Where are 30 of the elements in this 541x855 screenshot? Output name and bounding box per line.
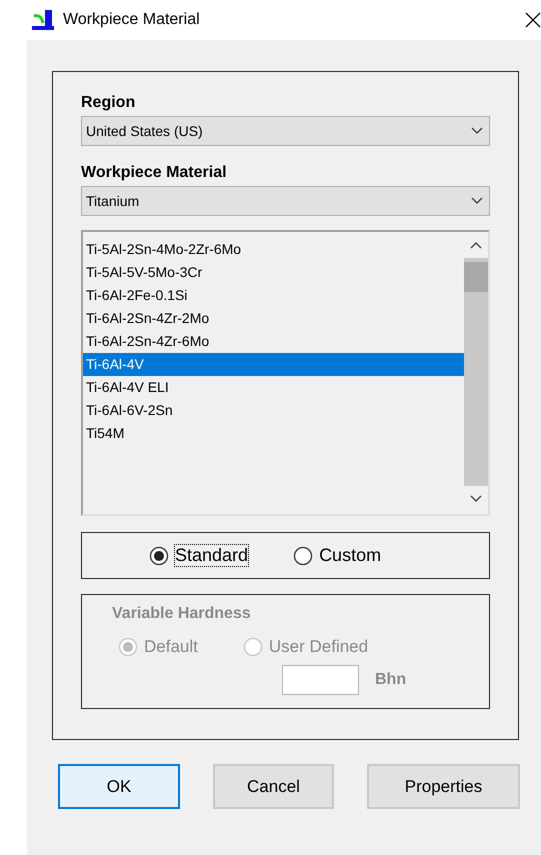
unit-label: Bhn [375,671,406,689]
field-label: Workpiece Material [81,164,227,182]
radio-button[interactable] [149,546,169,566]
list-item[interactable]: Ti-6Al-2Fe-0.1Si [83,284,464,307]
radio-label[interactable]: Custom [319,545,382,566]
app-logo-icon [32,9,54,31]
chevron-down-icon [471,127,483,135]
region-dropdown[interactable]: United States (US) [81,116,490,146]
material-dropdown[interactable]: Titanium [81,186,490,216]
field-label: Region [81,94,136,112]
radio-label[interactable]: Standard [175,545,248,566]
list-item[interactable]: Ti-5Al-2Sn-4Mo-2Zr-6Mo [83,238,464,261]
list-item[interactable]: Ti-5Al-5V-5Mo-3Cr [83,261,464,284]
chevron-down-icon [471,197,483,205]
chevron-up-icon [470,241,482,249]
radio-button[interactable] [293,546,314,566]
group-title: Variable Hardness [112,605,252,623]
window-title: Workpiece Material [63,11,200,29]
chevron-down-icon [470,495,482,503]
scroll-thumb[interactable] [464,262,488,292]
list-item[interactable]: Ti-6Al-6V-2Sn [83,399,464,422]
list-item[interactable]: Ti-6Al-4V ELI [83,376,464,399]
close-icon[interactable] [525,12,541,28]
list-item[interactable]: Ti-6Al-4V [83,353,464,376]
list-item[interactable]: Ti54M [83,422,464,445]
dialog-button[interactable]: Cancel [213,764,334,809]
list-item[interactable]: Ti-6Al-2Sn-4Zr-6Mo [83,330,464,353]
dialog-button[interactable]: OK [58,764,180,809]
dialog-button[interactable]: Properties [367,764,520,809]
list-item[interactable]: Ti-6Al-2Sn-4Zr-2Mo [83,307,464,330]
